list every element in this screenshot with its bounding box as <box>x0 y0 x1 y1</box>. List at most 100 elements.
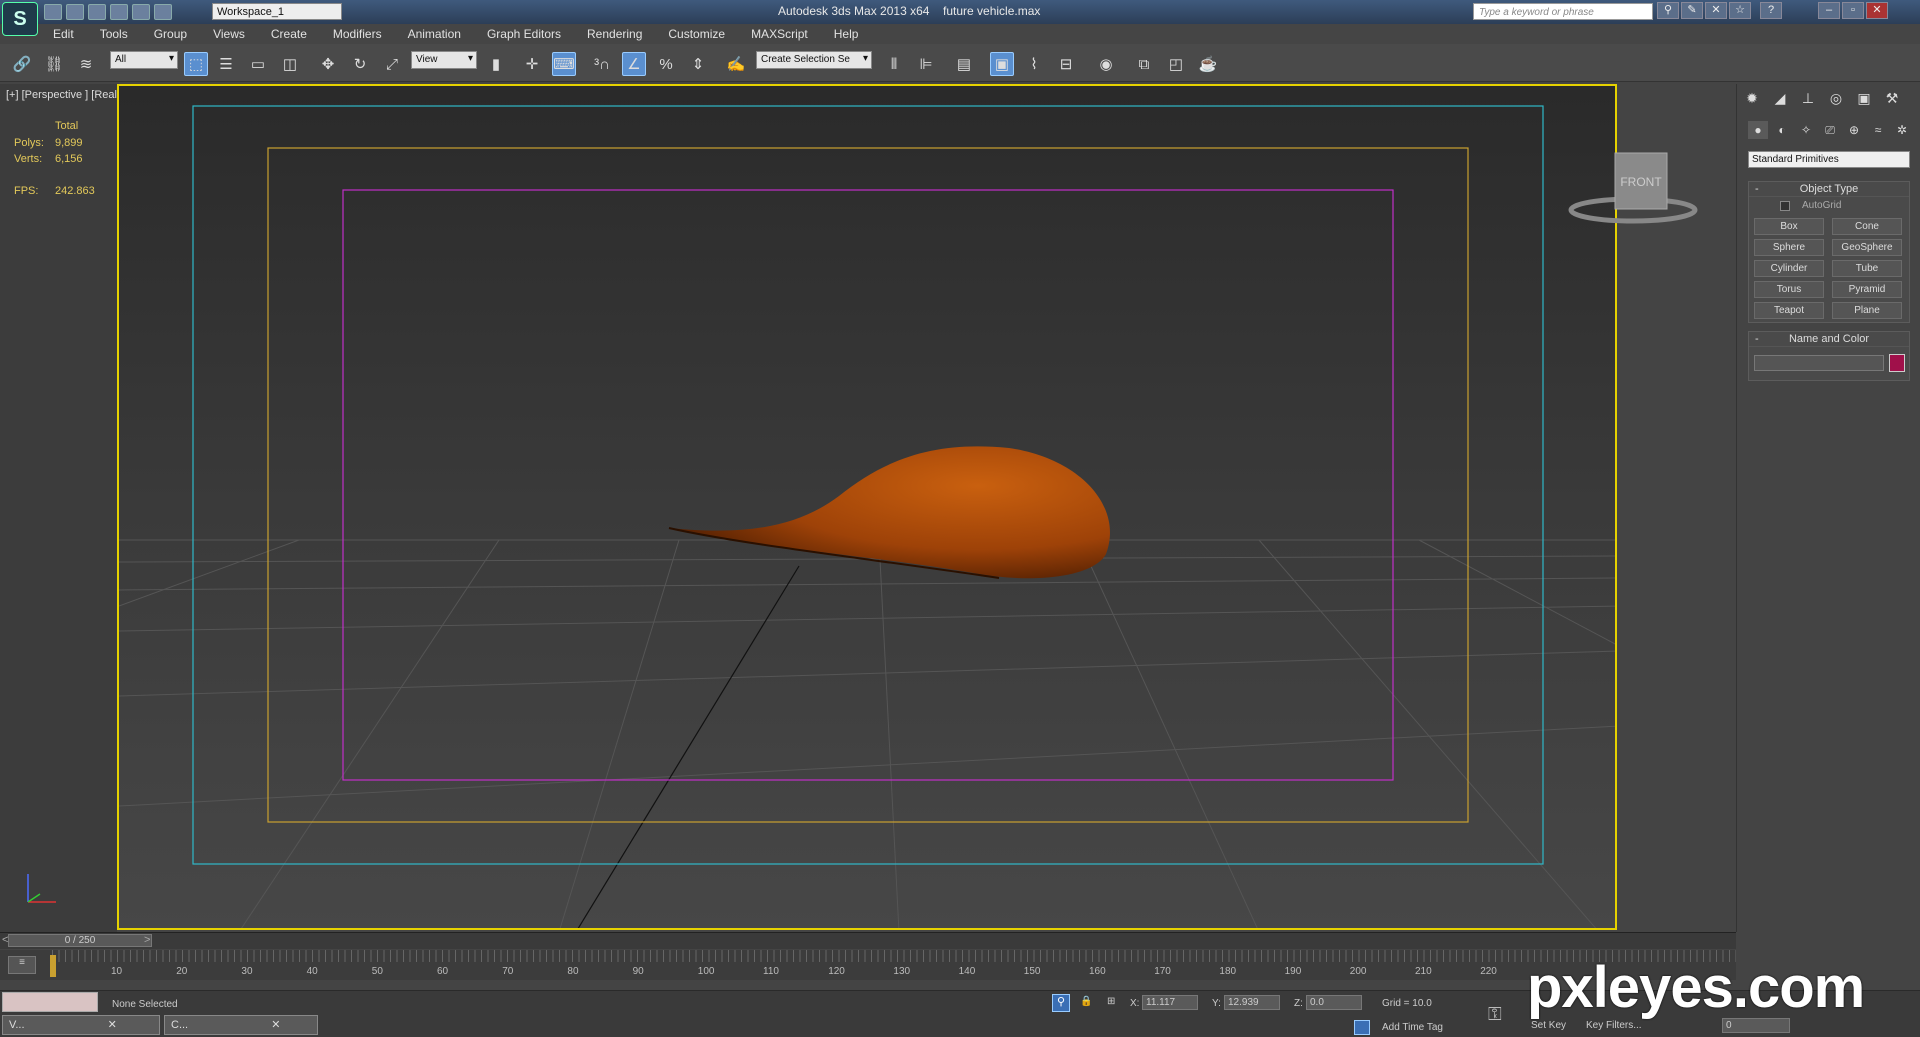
hierarchy-tab-icon[interactable]: ⊥ <box>1798 88 1818 108</box>
menu-modifiers[interactable]: Modifiers <box>320 27 395 41</box>
shapes-icon[interactable]: ◐ <box>1772 121 1792 139</box>
y-coordinate-field[interactable]: 12.939 <box>1224 995 1280 1010</box>
motion-tab-icon[interactable]: ◎ <box>1826 88 1846 108</box>
utilities-tab-icon[interactable]: ⚒ <box>1882 88 1902 108</box>
spinner-snap-icon[interactable]: ⇕ <box>686 52 710 76</box>
menu-edit[interactable]: Edit <box>40 27 87 41</box>
close-icon[interactable]: ✕ <box>271 1019 280 1031</box>
teapot-button[interactable]: Teapot <box>1754 302 1824 319</box>
modify-tab-icon[interactable]: ◢ <box>1770 88 1790 108</box>
bind-space-warp-icon[interactable]: ≋ <box>74 52 98 76</box>
object-color-swatch[interactable] <box>1889 354 1905 372</box>
open-file-icon[interactable] <box>66 4 84 20</box>
align-icon[interactable]: ⊫ <box>914 52 938 76</box>
geometry-icon[interactable]: ● <box>1748 121 1768 139</box>
add-time-tag[interactable]: Add Time Tag <box>1382 1022 1443 1033</box>
slider-next-icon[interactable]: > <box>144 934 150 946</box>
helpers-icon[interactable]: ⊕ <box>1844 121 1864 139</box>
primitive-category-dropdown[interactable]: Standard Primitives <box>1748 151 1910 168</box>
wrench-icon[interactable]: ✎ <box>1681 2 1703 19</box>
workspace-dropdown[interactable]: Workspace_1 <box>212 3 342 20</box>
lock-selection-icon[interactable]: 🔒 <box>1080 996 1092 1007</box>
torus-button[interactable]: Torus <box>1754 281 1824 298</box>
select-by-name-icon[interactable]: ☰ <box>214 52 238 76</box>
menu-views[interactable]: Views <box>200 27 258 41</box>
lights-icon[interactable]: ✧ <box>1796 121 1816 139</box>
set-key-button[interactable]: Set Key <box>1531 1020 1566 1031</box>
viewcube[interactable]: FRONT <box>1563 148 1703 228</box>
absolute-mode-icon[interactable]: ⊞ <box>1107 996 1115 1007</box>
plane-button[interactable]: Plane <box>1832 302 1902 319</box>
maximize-button[interactable]: ▫ <box>1842 2 1864 19</box>
undo-icon[interactable] <box>110 4 128 20</box>
menu-animation[interactable]: Animation <box>395 27 474 41</box>
menu-group[interactable]: Group <box>141 27 200 41</box>
edit-named-selection-icon[interactable]: ✍ <box>724 52 748 76</box>
menu-tools[interactable]: Tools <box>87 27 141 41</box>
time-tag-icon[interactable] <box>1354 1020 1370 1035</box>
unlink-icon[interactable]: ⛓ <box>42 52 66 76</box>
space-warps-icon[interactable]: ≈ <box>1868 121 1888 139</box>
tube-button[interactable]: Tube <box>1832 260 1902 277</box>
z-coordinate-field[interactable]: 0.0 <box>1306 995 1362 1010</box>
scale-icon[interactable]: ⤢ <box>380 52 404 76</box>
named-selection-set-dropdown[interactable]: Create Selection Se <box>756 51 872 69</box>
app-logo-icon[interactable]: S <box>2 2 38 36</box>
rectangular-selection-icon[interactable]: ▭ <box>246 52 270 76</box>
mirror-icon[interactable]: ⫴ <box>882 52 906 76</box>
material-editor-icon[interactable]: ◉ <box>1094 52 1118 76</box>
minimized-window-viewport[interactable]: V... ✕ <box>2 1015 160 1035</box>
menu-help[interactable]: Help <box>821 27 872 41</box>
cameras-icon[interactable]: ⎚ <box>1820 121 1840 139</box>
link-icon[interactable]: 🔗 <box>10 52 34 76</box>
sphere-button[interactable]: Sphere <box>1754 239 1824 256</box>
pivot-center-icon[interactable]: ▮ <box>484 52 508 76</box>
schematic-view-icon[interactable]: ⊟ <box>1054 52 1078 76</box>
pyramid-button[interactable]: Pyramid <box>1832 281 1902 298</box>
box-button[interactable]: Box <box>1754 218 1824 235</box>
select-object-icon[interactable]: ⬚ <box>184 52 208 76</box>
help-icon[interactable]: ? <box>1760 2 1782 19</box>
graphite-tools-icon[interactable]: ▣ <box>990 52 1014 76</box>
redo-icon[interactable] <box>132 4 150 20</box>
create-tab-icon[interactable]: ✹ <box>1742 88 1762 108</box>
move-icon[interactable]: ✥ <box>316 52 340 76</box>
select-manipulate-icon[interactable]: ✛ <box>520 52 544 76</box>
menu-maxscript[interactable]: MAXScript <box>738 27 821 41</box>
autogrid-checkbox[interactable] <box>1780 201 1790 211</box>
minimized-window-command[interactable]: C... ✕ <box>164 1015 318 1035</box>
systems-icon[interactable]: ✲ <box>1892 121 1912 139</box>
window-crossing-icon[interactable]: ◫ <box>278 52 302 76</box>
key-icon[interactable]: ⚿ <box>1488 1004 1502 1025</box>
menu-rendering[interactable]: Rendering <box>574 27 655 41</box>
time-slider-thumb[interactable]: 0 / 250 <box>8 934 152 947</box>
x-coordinate-field[interactable]: 11.117 <box>1142 995 1198 1010</box>
object-type-title[interactable]: Object Type <box>1749 182 1909 197</box>
menu-graph-editors[interactable]: Graph Editors <box>474 27 574 41</box>
display-tab-icon[interactable]: ▣ <box>1854 88 1874 108</box>
favorites-star-icon[interactable]: ☆ <box>1729 2 1751 19</box>
new-file-icon[interactable] <box>44 4 62 20</box>
close-icon[interactable]: ✕ <box>108 1019 117 1031</box>
key-filters-button[interactable]: Key Filters... <box>1586 1020 1642 1031</box>
rendered-frame-window-icon[interactable]: ◰ <box>1164 52 1188 76</box>
geosphere-button[interactable]: GeoSphere <box>1832 239 1902 256</box>
curve-editor-icon[interactable]: ⌇ <box>1022 52 1046 76</box>
save-file-icon[interactable] <box>88 4 106 20</box>
object-name-field[interactable] <box>1754 355 1884 371</box>
close-button[interactable]: ✕ <box>1866 2 1888 19</box>
percent-snap-icon[interactable]: % <box>654 52 678 76</box>
isolate-selection-icon[interactable]: ⚲ <box>1052 994 1070 1012</box>
rotate-icon[interactable]: ↻ <box>348 52 372 76</box>
name-and-color-title[interactable]: Name and Color <box>1749 332 1909 347</box>
time-slider[interactable] <box>0 932 1736 949</box>
cone-button[interactable]: Cone <box>1832 218 1902 235</box>
menu-create[interactable]: Create <box>258 27 320 41</box>
communication-icon[interactable]: ✕ <box>1705 2 1727 19</box>
snaps-toggle-icon[interactable]: ³∩ <box>590 52 614 76</box>
menu-customize[interactable]: Customize <box>655 27 738 41</box>
reference-coordinate-dropdown[interactable]: View <box>411 51 477 69</box>
mini-curve-editor-icon[interactable]: ≡ <box>8 956 36 974</box>
layer-manager-icon[interactable]: ▤ <box>952 52 976 76</box>
keyboard-shortcut-override-icon[interactable]: ⌨ <box>552 52 576 76</box>
